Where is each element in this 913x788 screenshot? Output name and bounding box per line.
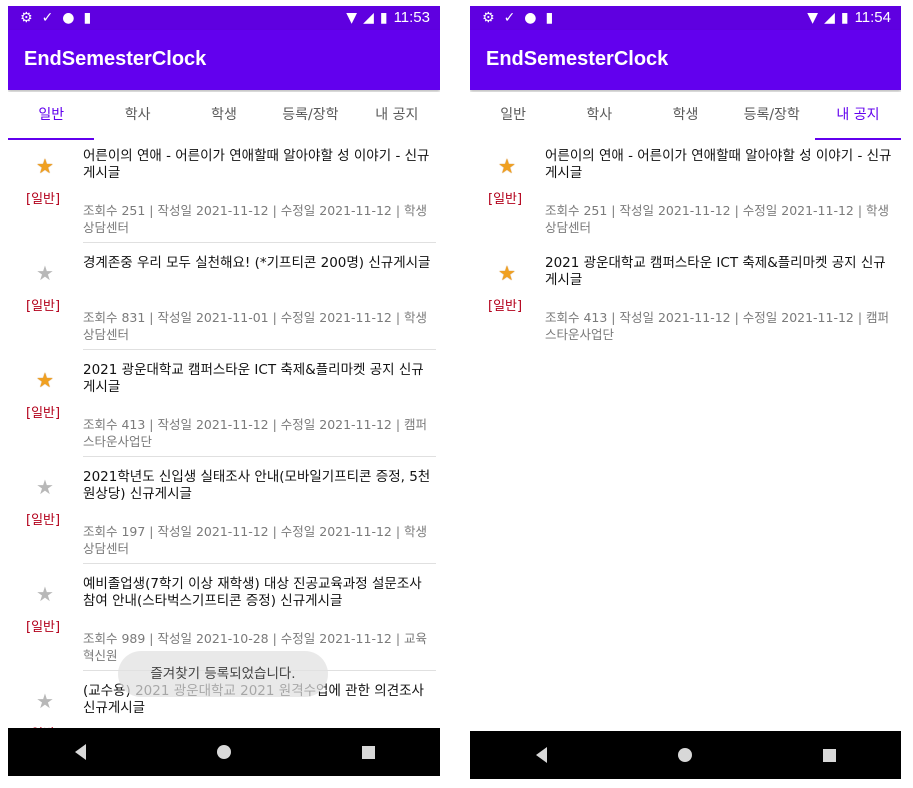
- category-label: [일반]: [26, 406, 61, 421]
- sd-card-icon: ▮: [83, 10, 92, 26]
- app-title: EndSemesterClock: [24, 48, 207, 70]
- category-label: [일반]: [26, 620, 61, 635]
- tab-general[interactable]: 일반: [8, 92, 95, 140]
- phone-screen-right: ⚙ ✓ ● ▮ ▼ ◢ ▮ 11:54 EndSemesterClock 일반 …: [470, 6, 901, 779]
- notice-meta: 조회수 251 | 작성일 2021-11-12 | 수정일 2021-11-1…: [545, 203, 890, 235]
- tab-student[interactable]: 학생: [181, 92, 267, 140]
- navigation-bar: [470, 731, 901, 779]
- notice-meta: 조회수 251 | 작성일 2021-11-12 | 수정일 2021-11-1…: [83, 203, 428, 235]
- notice-title[interactable]: 2021 광운대학교 캠퍼스타운 ICT 축제&플리마켓 공지 신규게시글: [83, 362, 433, 396]
- divider: [83, 456, 436, 457]
- tab-academic[interactable]: 학사: [556, 92, 642, 140]
- signal-icon: ◢: [824, 10, 835, 26]
- settings-icon: ⚙: [482, 10, 495, 26]
- clock-time: 11:54: [854, 9, 891, 26]
- list-item[interactable]: ★ [일반] 어른이의 연애 - 어른이가 연애할때 알아야할 성 이야기 - …: [470, 142, 901, 249]
- home-icon: [217, 745, 231, 759]
- app-bar: EndSemesterClock: [8, 30, 440, 90]
- back-button[interactable]: [512, 735, 572, 775]
- notice-title[interactable]: 어른이의 연애 - 어른이가 연애할때 알아야할 성 이야기 - 신규게시글: [545, 148, 895, 182]
- navigation-bar: [8, 728, 440, 776]
- tab-bar: 일반 학사 학생 등록/장학 내 공지: [8, 92, 440, 140]
- divider: [83, 349, 436, 350]
- category-label: [일반]: [488, 192, 523, 207]
- tab-my-notices[interactable]: 내 공지: [814, 92, 901, 140]
- home-button[interactable]: [655, 735, 715, 775]
- list-item[interactable]: ★ [일반] 2021학년도 신입생 실태조사 안내(모바일기프티콘 증정, 5…: [8, 463, 440, 570]
- tab-general[interactable]: 일반: [470, 92, 556, 140]
- notice-meta: 조회수 413 | 작성일 2021-11-12 | 수정일 2021-11-1…: [545, 310, 890, 342]
- star-icon[interactable]: ★: [36, 370, 54, 390]
- list-item[interactable]: ★ [일반] 어른이의 연애 - 어른이가 연애할때 알아야할 성 이야기 - …: [8, 142, 440, 249]
- tab-student[interactable]: 학생: [642, 92, 728, 140]
- recents-icon: [822, 748, 836, 762]
- category-label: [일반]: [26, 513, 61, 528]
- star-icon[interactable]: ★: [36, 691, 54, 711]
- clock-time: 11:53: [393, 9, 430, 26]
- tab-my-notices[interactable]: 내 공지: [354, 92, 440, 140]
- notice-title[interactable]: 2021학년도 신입생 실태조사 안내(모바일기프티콘 증정, 5천원상당) 신…: [83, 469, 433, 503]
- category-label: [일반]: [26, 192, 61, 207]
- status-bar: ⚙ ✓ ● ▮ ▼ ◢ ▮ 11:53: [8, 6, 440, 30]
- notification-icons: ⚙ ✓ ● ▮: [482, 9, 553, 27]
- settings-icon: ⚙: [20, 10, 33, 26]
- battery-icon: ▮: [379, 10, 388, 26]
- phone-screen-left: ⚙ ✓ ● ▮ ▼ ◢ ▮ 11:53 EndSemesterClock 일반 …: [8, 6, 440, 776]
- recents-button[interactable]: [799, 735, 859, 775]
- star-icon[interactable]: ★: [498, 156, 516, 176]
- notice-meta: 조회수 197 | 작성일 2021-11-12 | 수정일 2021-11-1…: [83, 524, 428, 556]
- app-bar: EndSemesterClock: [470, 30, 901, 90]
- home-icon: [678, 748, 693, 762]
- notice-list: ★ [일반] 어른이의 연애 - 어른이가 연애할때 알아야할 성 이야기 - …: [470, 142, 901, 356]
- back-icon: [536, 747, 548, 763]
- back-icon: [74, 744, 86, 760]
- star-icon[interactable]: ★: [36, 263, 54, 283]
- star-icon[interactable]: ★: [36, 156, 54, 176]
- category-label: [일반]: [488, 299, 523, 314]
- list-item[interactable]: ★ [일반] 2021 광운대학교 캠퍼스타운 ICT 축제&플리마켓 공지 신…: [470, 249, 901, 356]
- app-title: EndSemesterClock: [486, 48, 669, 70]
- notice-title[interactable]: 예비졸업생(7학기 이상 재학생) 대상 진공교육과정 설문조사 참여 안내(스…: [83, 576, 433, 610]
- system-icons: ▼ ◢ ▮ 11:54: [807, 9, 891, 27]
- list-item[interactable]: ★ [일반] 경계존중 우리 모두 실천해요! (*기프티콘 200명) 신규게…: [8, 249, 440, 356]
- notice-meta: 조회수 413 | 작성일 2021-11-12 | 수정일 2021-11-1…: [83, 417, 428, 449]
- list-item[interactable]: ★ [일반] 2021 광운대학교 캠퍼스타운 ICT 축제&플리마켓 공지 신…: [8, 356, 440, 463]
- battery-icon: ▮: [840, 10, 849, 26]
- category-label: [일반]: [26, 299, 61, 314]
- toast-message: 즐겨찾기 등록되었습니다.: [118, 651, 328, 697]
- status-bar: ⚙ ✓ ● ▮ ▼ ◢ ▮ 11:54: [470, 6, 901, 30]
- wifi-icon: ▼: [346, 10, 358, 26]
- star-icon[interactable]: ★: [36, 477, 54, 497]
- notice-title[interactable]: 경계존중 우리 모두 실천해요! (*기프티콘 200명) 신규게시글: [83, 255, 433, 272]
- tab-registration-scholarship[interactable]: 등록/장학: [729, 92, 815, 140]
- star-icon[interactable]: ★: [36, 584, 54, 604]
- circle-icon: ●: [524, 10, 537, 26]
- notification-icons: ⚙ ✓ ● ▮: [20, 9, 91, 27]
- tab-academic[interactable]: 학사: [94, 92, 180, 140]
- circle-icon: ●: [62, 10, 75, 26]
- system-icons: ▼ ◢ ▮ 11:53: [346, 9, 430, 27]
- notice-title[interactable]: 2021 광운대학교 캠퍼스타운 ICT 축제&플리마켓 공지 신규게시글: [545, 255, 895, 289]
- notice-meta: 조회수 831 | 작성일 2021-11-01 | 수정일 2021-11-1…: [83, 310, 428, 342]
- notice-title[interactable]: 어른이의 연애 - 어른이가 연애할때 알아야할 성 이야기 - 신규게시글: [83, 148, 433, 182]
- sd-card-icon: ▮: [545, 10, 554, 26]
- tab-registration-scholarship[interactable]: 등록/장학: [267, 92, 353, 140]
- download-done-icon: ✓: [503, 10, 516, 26]
- recents-icon: [361, 745, 375, 759]
- recents-button[interactable]: [338, 732, 398, 772]
- home-button[interactable]: [194, 732, 254, 772]
- tab-bar: 일반 학사 학생 등록/장학 내 공지: [470, 92, 901, 140]
- back-button[interactable]: [50, 732, 110, 772]
- star-icon[interactable]: ★: [498, 263, 516, 283]
- download-done-icon: ✓: [41, 10, 54, 26]
- wifi-icon: ▼: [807, 10, 819, 26]
- divider: [83, 563, 436, 564]
- signal-icon: ◢: [363, 10, 374, 26]
- divider: [83, 242, 436, 243]
